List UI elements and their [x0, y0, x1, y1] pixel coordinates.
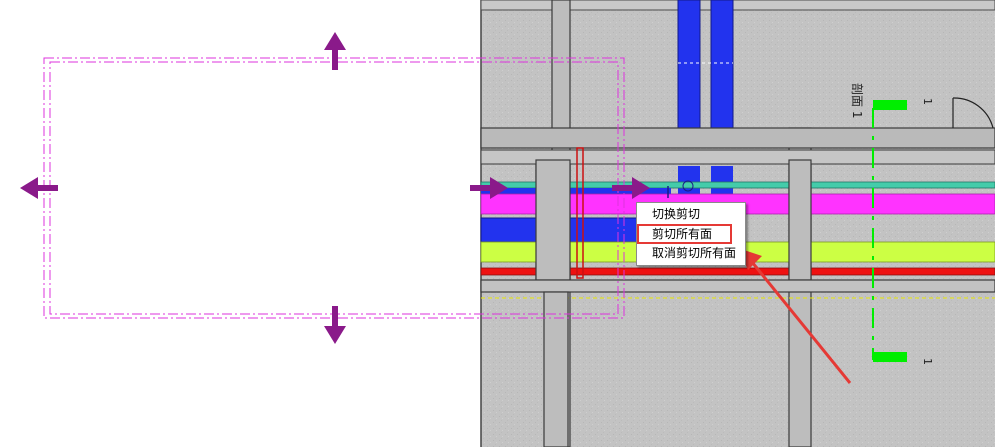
section-end-tag-bottom: 1 — [921, 358, 934, 365]
drawing-viewport[interactable]: 剖面 1 1 1 — [0, 0, 995, 447]
crop-grip-arrow-bottom[interactable] — [324, 306, 346, 344]
menu-item-uncrop-all-views[interactable]: 取消剪切所有面 — [637, 244, 745, 263]
section-label: 剖面 1 — [850, 83, 864, 118]
menu-item-toggle-crop[interactable]: 切换剪切 — [637, 205, 745, 224]
menu-item-crop-all-views[interactable]: 剪切所有面 — [637, 224, 732, 244]
context-menu: 切换剪切 剪切所有面 取消剪切所有面 — [636, 202, 746, 266]
crop-grip-arrow-left[interactable] — [20, 177, 58, 199]
section-end-tag-top: 1 — [921, 98, 934, 105]
crop-grip-arrow-top[interactable] — [324, 32, 346, 70]
beam-horizontal-upper — [480, 127, 995, 165]
